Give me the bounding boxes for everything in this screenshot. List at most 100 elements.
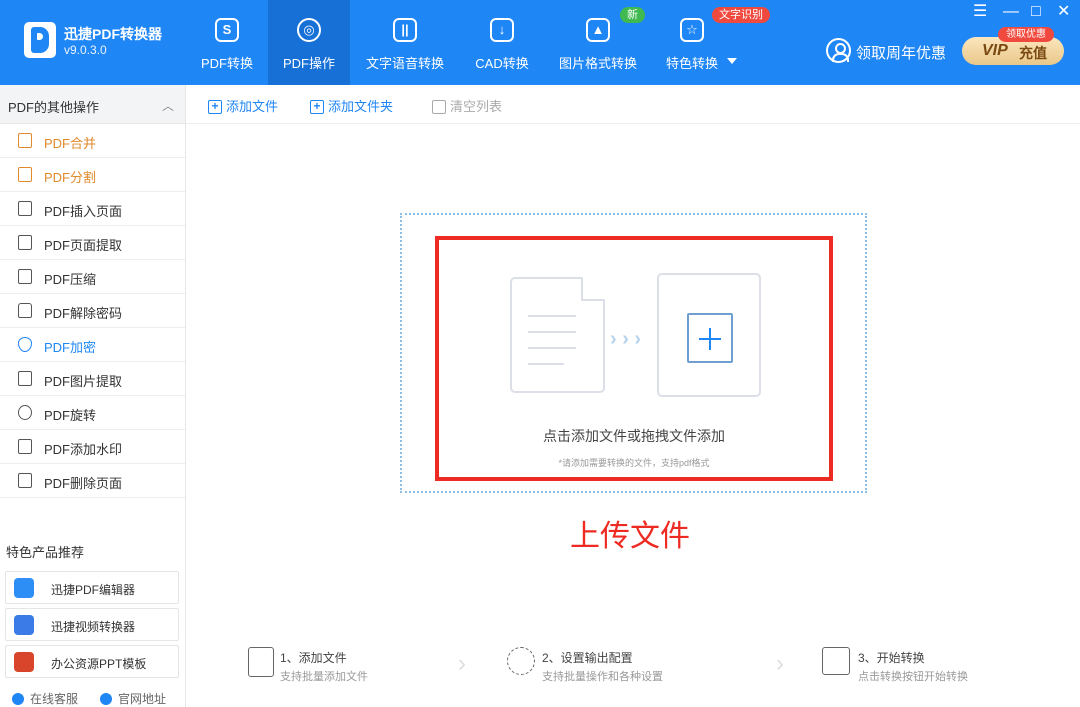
new-badge: 新 xyxy=(620,7,645,23)
sidebar-item-pdf-image-extract[interactable]: PDF图片提取 xyxy=(0,362,185,396)
tab-label: CAD转换 xyxy=(475,56,529,71)
ppt-template-icon xyxy=(14,652,34,672)
recommend-ppt-templates[interactable]: 办公资源PPT模板 xyxy=(5,645,179,678)
add-file-button[interactable]: + 添加文件 xyxy=(208,96,278,115)
tab-label: PDF操作 xyxy=(282,56,335,71)
add-file-icon: + xyxy=(208,99,222,114)
step-desc: 点击转换按钮开始转换 xyxy=(858,671,968,683)
tab-text-speech[interactable]: || 文字语音转换 xyxy=(358,0,452,85)
recharge-label: 充值 xyxy=(1019,45,1047,61)
split-icon xyxy=(18,167,32,182)
clear-list-button[interactable]: 清空列表 xyxy=(432,96,502,115)
sidebar-item-pdf-insert-page[interactable]: PDF插入页面 xyxy=(0,192,185,226)
image-extract-icon xyxy=(18,371,32,386)
sidebar-item-pdf-remove-password[interactable]: PDF解除密码 xyxy=(0,294,185,328)
sidebar-item-label: PDF加密 xyxy=(44,340,97,355)
sidebar-item-pdf-compress[interactable]: PDF压缩 xyxy=(0,260,185,294)
maximize-icon[interactable]: □ xyxy=(1031,3,1041,21)
image-icon: ▲ xyxy=(586,18,610,42)
sidebar-item-pdf-delete-page[interactable]: PDF删除页面 xyxy=(0,464,185,498)
recommend-label: 办公资源PPT模板 xyxy=(51,657,147,671)
page-extract-icon xyxy=(18,235,32,250)
minimize-icon[interactable]: — xyxy=(1003,3,1019,21)
sidebar-item-label: PDF压缩 xyxy=(44,272,97,287)
sidebar-item-pdf-merge[interactable]: PDF合并 xyxy=(0,124,185,158)
customer-service-icon xyxy=(12,693,24,705)
sidebar-item-pdf-rotate[interactable]: PDF旋转 xyxy=(0,396,185,430)
pdf-editor-icon xyxy=(14,578,34,598)
add-folder-button[interactable]: + 添加文件夹 xyxy=(310,96,393,115)
recommend-title: 特色产品推荐 xyxy=(6,545,85,560)
tab-label: 文字语音转换 xyxy=(365,56,444,71)
anniversary-offer-link[interactable]: 领取周年优惠 xyxy=(856,42,946,63)
recommend-video-converter[interactable]: 迅捷视频转换器 xyxy=(5,608,179,641)
step-separator-icon: › xyxy=(458,650,466,677)
step-title: 2、设置输出配置 xyxy=(542,651,633,665)
website-link[interactable]: 官网地址 xyxy=(100,690,166,707)
chevron-down-icon[interactable] xyxy=(727,58,737,64)
sidebar-item-label: PDF插入页面 xyxy=(44,204,123,219)
pdf-convert-icon: S xyxy=(215,18,239,42)
trash-icon xyxy=(432,100,446,114)
sidebar-section-header[interactable]: PDF的其他操作 ︿ xyxy=(0,85,185,124)
recommend-label: 迅捷视频转换器 xyxy=(51,620,136,634)
app-logo-icon xyxy=(24,22,56,58)
tab-pdf-convert[interactable]: S PDF转换 xyxy=(186,0,268,85)
upload-annotation: 上传文件 xyxy=(570,520,690,553)
sidebar: PDF的其他操作 ︿ PDF合并 PDF分割 PDF插入页面 PDF页面提取 P… xyxy=(0,85,186,707)
browser-icon xyxy=(100,693,112,705)
cad-icon: ↓ xyxy=(490,18,514,42)
tab-cad-convert[interactable]: ↓ CAD转换 xyxy=(466,0,538,85)
top-bar: 迅捷PDF转换器 v9.0.3.0 S PDF转换 ◎ PDF操作 || 文字语… xyxy=(0,0,1080,85)
sidebar-item-pdf-encrypt[interactable]: PDF加密 xyxy=(0,328,185,362)
arrow-chevrons-icon: › › › xyxy=(610,328,642,350)
sidebar-item-label: PDF页面提取 xyxy=(44,238,123,253)
chevron-up-icon[interactable]: ︿ xyxy=(162,97,174,114)
compress-icon xyxy=(18,269,32,284)
sidebar-item-label: PDF旋转 xyxy=(44,408,97,423)
sidebar-item-label: PDF合并 xyxy=(44,136,97,151)
sidebar-item-label: PDF图片提取 xyxy=(44,374,123,389)
sidebar-item-pdf-page-extract[interactable]: PDF页面提取 xyxy=(0,226,185,260)
drop-hint: *请添加需要转换的文件，支持pdf格式 xyxy=(558,458,710,468)
app-version: v9.0.3.0 xyxy=(64,43,107,57)
tab-label: PDF转换 xyxy=(200,56,253,71)
rotate-icon xyxy=(18,405,32,420)
gear-icon xyxy=(507,647,535,675)
sidebar-item-label: PDF分割 xyxy=(44,170,97,185)
watermark-icon xyxy=(18,439,32,454)
tab-pdf-operation[interactable]: ◎ PDF操作 xyxy=(268,0,350,85)
plus-icon xyxy=(687,313,733,363)
special-convert-icon: ☆ xyxy=(680,18,704,42)
add-folder-icon: + xyxy=(310,99,324,114)
tab-label: 图片格式转换 xyxy=(558,56,637,71)
sidebar-item-label: PDF解除密码 xyxy=(44,306,123,321)
unlock-icon xyxy=(18,303,32,318)
step-title: 3、开始转换 xyxy=(858,651,925,665)
user-icon[interactable] xyxy=(826,38,851,63)
recommend-pdf-editor[interactable]: 迅捷PDF编辑器 xyxy=(5,571,179,604)
convert-star-icon xyxy=(822,647,850,675)
document-icon xyxy=(510,277,605,393)
close-icon[interactable]: ✕ xyxy=(1057,3,1070,21)
add-file-card[interactable] xyxy=(657,273,761,397)
step-separator-icon: › xyxy=(776,650,784,677)
vip-offer-badge: 领取优惠 xyxy=(998,27,1054,42)
step-title: 1、添加文件 xyxy=(280,651,347,665)
recommend-label: 迅捷PDF编辑器 xyxy=(51,583,136,597)
audio-wave-icon: || xyxy=(393,18,417,42)
menu-icon[interactable]: ☰ xyxy=(973,3,987,21)
insert-page-icon xyxy=(18,201,32,216)
sidebar-item-pdf-watermark[interactable]: PDF添加水印 xyxy=(0,430,185,464)
delete-page-icon xyxy=(18,473,32,488)
app-name: 迅捷PDF转换器 xyxy=(64,26,162,42)
online-service-link[interactable]: 在线客服 xyxy=(12,690,78,707)
vip-label: VIP xyxy=(982,42,1008,59)
sidebar-item-label: PDF删除页面 xyxy=(44,476,123,491)
sidebar-section-title: PDF的其他操作 xyxy=(8,100,100,115)
ocr-badge: 文字识别 xyxy=(712,7,770,23)
sidebar-item-pdf-split[interactable]: PDF分割 xyxy=(0,158,185,192)
tab-label: 特色转换 xyxy=(665,56,718,71)
video-converter-icon xyxy=(14,615,34,635)
merge-icon xyxy=(18,133,32,148)
